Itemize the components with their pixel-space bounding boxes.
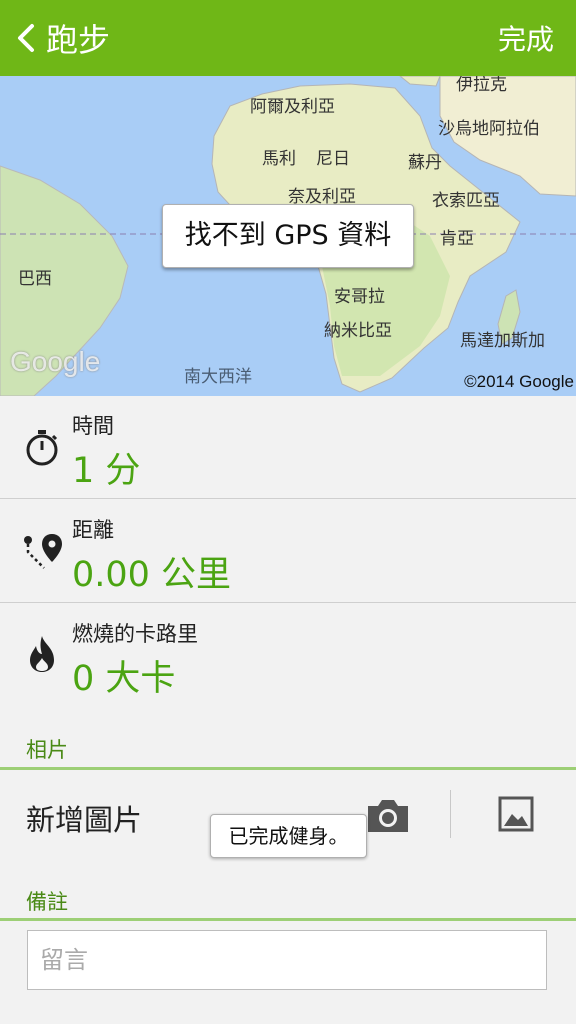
- map-label: 伊拉克: [456, 76, 507, 95]
- map-label: 阿爾及利亞: [250, 97, 335, 117]
- notes-input[interactable]: [27, 930, 547, 990]
- calories-label: 燃燒的卡路里: [72, 622, 198, 646]
- calories-row: 燃燒的卡路里 0 大卡: [0, 604, 576, 708]
- map-label: 蘇丹: [408, 153, 442, 173]
- map-label: 馬利: [262, 149, 296, 169]
- gps-message: 找不到 GPS 資料: [162, 204, 414, 268]
- add-image-label: 新增圖片: [26, 803, 143, 837]
- google-logo: Google: [10, 346, 101, 377]
- section-divider: [0, 918, 576, 921]
- section-divider: [0, 767, 576, 770]
- map-label: 安哥拉: [334, 287, 385, 307]
- app-bar: 跑步 完成: [0, 0, 576, 76]
- flame-icon: [30, 636, 54, 672]
- map-label: 巴西: [18, 269, 52, 289]
- notes-section-title: 備註: [26, 890, 68, 914]
- time-label: 時間: [72, 414, 114, 438]
- stopwatch-icon: [26, 430, 58, 466]
- divider: [0, 498, 576, 499]
- map-label: 尼日: [316, 149, 350, 169]
- camera-icon[interactable]: [362, 792, 414, 840]
- toast-message: 已完成健身。: [210, 814, 367, 858]
- map-label: 馬達加斯加: [460, 331, 545, 351]
- route-pin-icon: [24, 534, 62, 569]
- page-title: 跑步: [46, 21, 111, 59]
- map-copyright: ©2014 Google: [464, 372, 574, 391]
- time-row: 時間 1 分: [0, 396, 576, 500]
- map-label: 納米比亞: [324, 321, 392, 341]
- distance-row: 距離 0.00 公里: [0, 500, 576, 604]
- photos-section-title: 相片: [26, 738, 68, 762]
- divider: [0, 602, 576, 603]
- time-value: 1 分: [72, 451, 141, 491]
- map-label: 衣索匹亞: [432, 191, 500, 211]
- distance-value: 0.00 公里: [72, 555, 232, 595]
- map-label: 沙烏地阿拉伯: [438, 119, 540, 139]
- gallery-icon[interactable]: [492, 790, 540, 838]
- map-label: 肯亞: [440, 229, 474, 249]
- button-separator: [450, 790, 451, 838]
- chevron-left-icon[interactable]: [10, 18, 50, 58]
- done-button[interactable]: 完成: [498, 20, 554, 60]
- map-label: 南大西洋: [184, 367, 252, 387]
- calories-value: 0 大卡: [72, 659, 176, 699]
- distance-label: 距離: [72, 518, 114, 542]
